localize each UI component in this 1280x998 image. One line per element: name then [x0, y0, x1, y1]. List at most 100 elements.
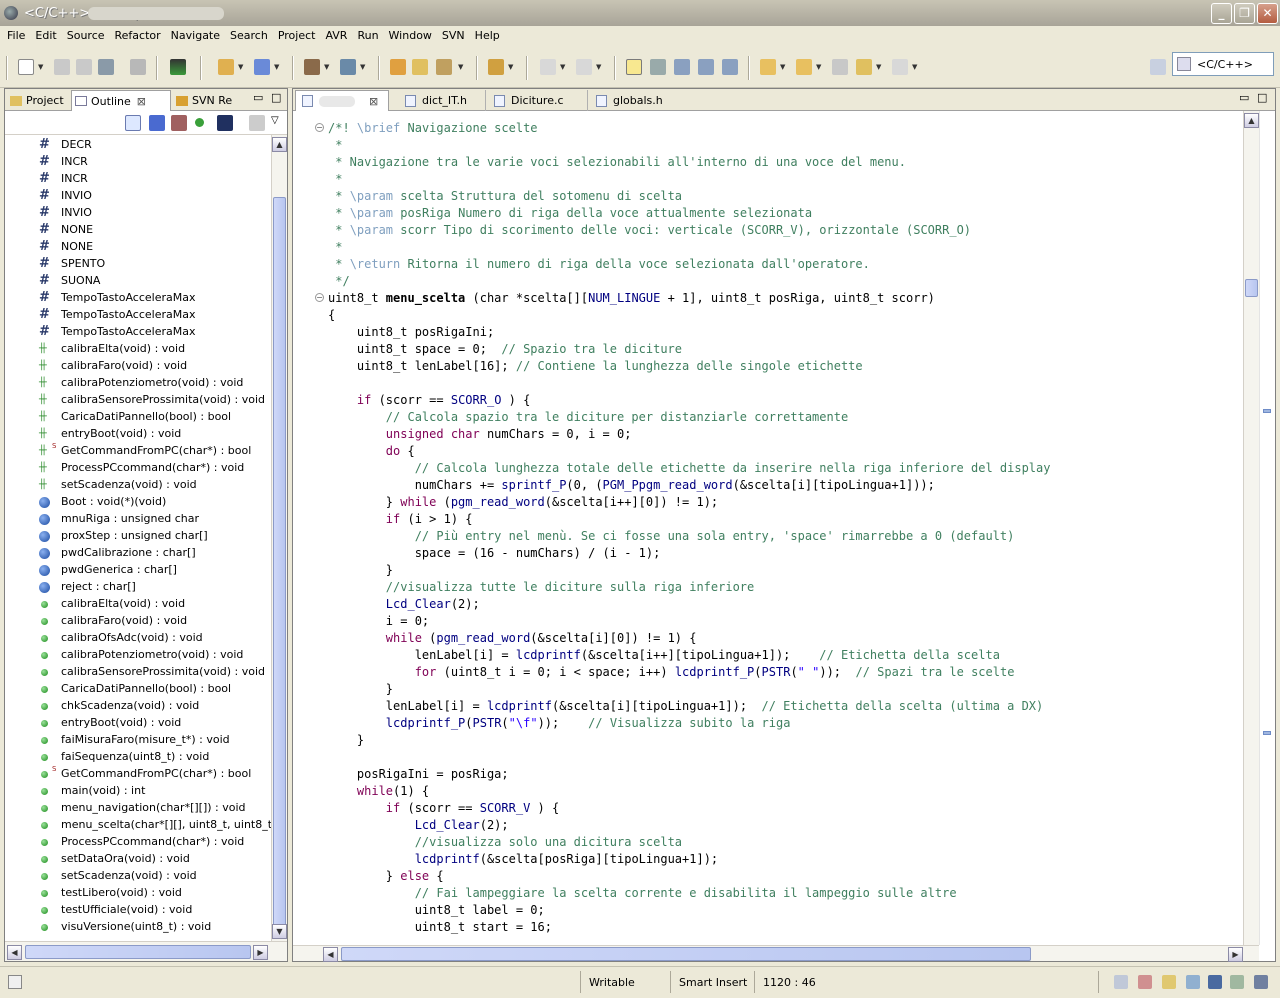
- outline-item[interactable]: setDataOra(void) : void: [5, 851, 271, 868]
- menu-refactor[interactable]: Refactor: [110, 29, 166, 42]
- link-editor-icon[interactable]: [249, 115, 265, 131]
- outline-item[interactable]: CaricaDatiPannello(bool) : bool: [5, 681, 271, 698]
- outline-item[interactable]: ┼┼ ProcessPCcommand(char*) : void: [5, 460, 271, 477]
- outline-item[interactable]: calibraFaro(void) : void: [5, 613, 271, 630]
- overview-mark[interactable]: [1263, 731, 1271, 735]
- chevron-down-icon[interactable]: ▼: [360, 63, 365, 71]
- chevron-down-icon[interactable]: ▼: [238, 63, 243, 71]
- outline-item[interactable]: # INVIO: [5, 205, 271, 222]
- outline-item[interactable]: # TempoTastoAcceleraMax: [5, 324, 271, 341]
- outline-item[interactable]: menu_scelta(char*[][], uint8_t, uint8_t)…: [5, 817, 271, 834]
- outline-item[interactable]: faiSequenza(uint8_t) : void: [5, 749, 271, 766]
- hide-static-icon[interactable]: [171, 115, 187, 131]
- monitor-icon[interactable]: [1208, 975, 1222, 989]
- outline-item[interactable]: calibraSensoreProssimita(void) : void: [5, 664, 271, 681]
- open-folder-icon[interactable]: [412, 59, 428, 75]
- outline-item[interactable]: proxStep : unsigned char[]: [5, 528, 271, 545]
- minimize-view-icon[interactable]: ▭: [1239, 91, 1249, 104]
- show-whitespace-icon[interactable]: [674, 59, 690, 75]
- tab-project[interactable]: Project: [7, 90, 69, 111]
- outline-item[interactable]: # NONE: [5, 222, 271, 239]
- code-editor[interactable]: /*! \brief Navigazione scelte − * * Navig…: [293, 111, 1243, 945]
- chevron-down-icon[interactable]: ▼: [458, 63, 463, 71]
- menu-window[interactable]: Window: [384, 29, 437, 42]
- new-project-icon[interactable]: [218, 59, 234, 75]
- outline-item[interactable]: testUfficiale(void) : void: [5, 902, 271, 919]
- save-all-icon[interactable]: [76, 59, 92, 75]
- outline-item[interactable]: ┼┼ calibraFaro(void) : void: [5, 358, 271, 375]
- maximize-view-icon[interactable]: □: [271, 91, 281, 104]
- chevron-down-icon[interactable]: ▼: [38, 63, 43, 71]
- tab-outline[interactable]: Outline ⊠: [71, 90, 171, 111]
- outline-item[interactable]: S GetCommandFromPC(char*) : bool: [5, 765, 271, 783]
- menu-avr[interactable]: AVR: [320, 29, 352, 42]
- chevron-down-icon[interactable]: ▼: [324, 63, 329, 71]
- properties-icon[interactable]: [1162, 975, 1176, 989]
- outline-item[interactable]: testLibero(void) : void: [5, 885, 271, 902]
- outline-horizontal-scrollbar[interactable]: ◀ ▶: [5, 941, 287, 961]
- outline-item[interactable]: # NONE: [5, 239, 271, 256]
- print-icon[interactable]: [98, 59, 114, 75]
- perspective-switch-icon[interactable]: [488, 59, 504, 75]
- new-icon[interactable]: [18, 59, 34, 75]
- tasks-icon[interactable]: [1186, 975, 1200, 989]
- chevron-down-icon[interactable]: ▼: [912, 63, 917, 71]
- outline-item[interactable]: pwdCalibrazione : char[]: [5, 545, 271, 562]
- outline-item[interactable]: mnuRiga : unsigned char: [5, 511, 271, 528]
- menu-svn[interactable]: SVN: [437, 29, 470, 42]
- console-icon[interactable]: [1114, 975, 1128, 989]
- scroll-thumb[interactable]: [1245, 279, 1258, 297]
- editor-tab-dict-it[interactable]: dict_IT.h: [397, 90, 481, 111]
- minimize-button[interactable]: _: [1211, 3, 1232, 24]
- last-edit-icon[interactable]: [832, 59, 848, 75]
- hide-non-public-icon[interactable]: [195, 118, 204, 127]
- menu-file[interactable]: File: [2, 29, 30, 42]
- menu-search[interactable]: Search: [225, 29, 273, 42]
- editor-tab-diciture[interactable]: Diciture.c: [485, 90, 583, 111]
- outline-item[interactable]: setScadenza(void) : void: [5, 868, 271, 885]
- menu-project[interactable]: Project: [273, 29, 321, 42]
- outline-item[interactable]: # INCR: [5, 171, 271, 188]
- outline-item[interactable]: # TempoTastoAcceleraMax: [5, 307, 271, 324]
- outline-item[interactable]: ProcessPCcommand(char*) : void: [5, 834, 271, 851]
- scroll-left-button[interactable]: ◀: [323, 947, 338, 962]
- scroll-thumb[interactable]: [273, 197, 286, 937]
- outline-item[interactable]: Boot : void(*)(void): [5, 494, 271, 511]
- mark-occurrences-icon[interactable]: [626, 59, 642, 75]
- scroll-right-button[interactable]: ▶: [253, 945, 268, 960]
- open-perspective-icon[interactable]: [1150, 59, 1166, 75]
- chevron-down-icon[interactable]: ▼: [274, 63, 279, 71]
- save-icon[interactable]: [54, 59, 70, 75]
- scroll-left-button[interactable]: ◀: [7, 945, 22, 960]
- paragraph-icon[interactable]: [698, 59, 714, 75]
- next-annotation-icon[interactable]: [760, 59, 776, 75]
- outline-item[interactable]: ┼┼ calibraSensoreProssimita(void) : void: [5, 392, 271, 409]
- minimize-view-icon[interactable]: ▭: [253, 91, 263, 104]
- outline-item[interactable]: # SPENTO: [5, 256, 271, 273]
- forward-icon[interactable]: [892, 59, 908, 75]
- search-icon[interactable]: [436, 59, 452, 75]
- debug-icon[interactable]: [340, 59, 356, 75]
- chevron-down-icon[interactable]: ▼: [596, 63, 601, 71]
- chevron-down-icon[interactable]: ▼: [780, 63, 785, 71]
- open-type-icon[interactable]: [390, 59, 406, 75]
- editor-tab-globals[interactable]: globals.h: [587, 90, 677, 111]
- view-menu-icon[interactable]: ▽: [271, 115, 279, 126]
- outline-item[interactable]: entryBoot(void) : void: [5, 715, 271, 732]
- outline-item[interactable]: # TempoTastoAcceleraMax: [5, 290, 271, 307]
- menu-source[interactable]: Source: [62, 29, 110, 42]
- fold-toggle-icon[interactable]: −: [315, 293, 324, 302]
- menu-edit[interactable]: Edit: [30, 29, 61, 42]
- outline-item[interactable]: calibraElta(void) : void: [5, 596, 271, 613]
- menu-help[interactable]: Help: [470, 29, 505, 42]
- overview-ruler[interactable]: [1259, 111, 1275, 945]
- scroll-right-button[interactable]: ▶: [1228, 947, 1243, 962]
- fast-view-icon[interactable]: [8, 975, 22, 989]
- previous-annotation-icon[interactable]: [796, 59, 812, 75]
- highlight-icon[interactable]: [650, 59, 666, 75]
- outline-item[interactable]: calibraOfsAdc(void) : void: [5, 630, 271, 647]
- outline-item[interactable]: # INCR: [5, 154, 271, 171]
- close-icon[interactable]: ⊠: [369, 95, 378, 108]
- outline-vertical-scrollbar[interactable]: ▲ ▼: [271, 135, 287, 941]
- history-icon[interactable]: [1230, 975, 1244, 989]
